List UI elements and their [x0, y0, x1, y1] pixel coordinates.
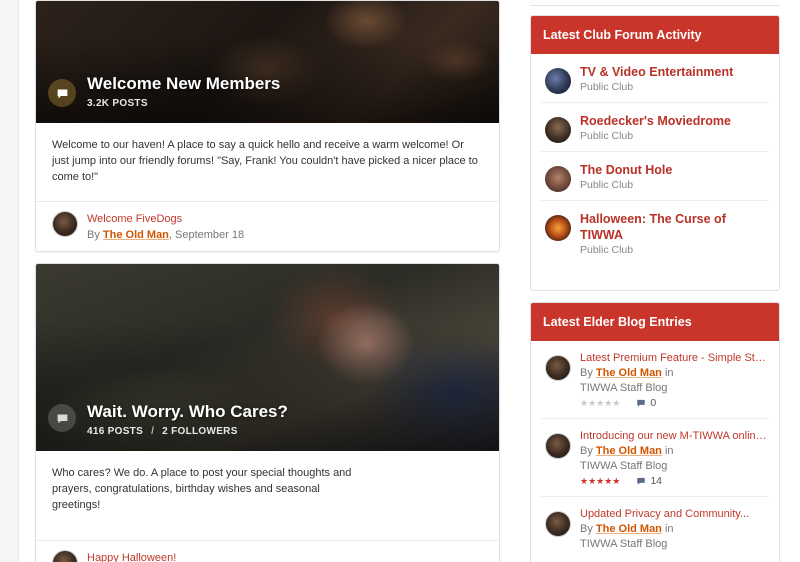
blog-entry-link[interactable]: Introducing our new M-TIWWA online... — [580, 429, 770, 444]
hero-shade — [36, 264, 499, 451]
blog-entries-widget: Latest Elder Blog Entries Latest Premium… — [530, 302, 780, 562]
author-link[interactable]: The Old Man — [596, 523, 662, 535]
blog-name-link[interactable]: TIWWA Staff Blog — [580, 537, 765, 552]
list-item[interactable]: Latest Premium Feature - Simple Stoc... … — [541, 341, 770, 419]
star-rating-icon: ★★★★★ — [580, 476, 621, 486]
forum-description: Who cares? We do. A place to post your s… — [52, 467, 352, 511]
forum-card-wait-worry[interactable]: Wait. Worry. Who Cares? 416 POSTS / 2 FOLL… — [35, 263, 500, 562]
club-type: Public Club — [580, 244, 634, 256]
forum-title[interactable]: Welcome New Members — [87, 74, 280, 94]
widget-title: Latest Club Forum Activity — [531, 16, 779, 54]
comments-count[interactable]: 0 — [636, 396, 656, 410]
forum-last-post: Welcome FiveDogs By The Old Man, Septemb… — [36, 201, 499, 243]
blog-entry-meta: By The Old Man in — [580, 523, 674, 535]
forum-card-welcome[interactable]: Welcome New Members 3.2K POSTS Welcome t… — [35, 0, 500, 252]
club-type: Public Club — [580, 179, 634, 191]
stats-separator: / — [151, 426, 155, 437]
halloween-avatar[interactable] — [545, 215, 571, 241]
club-list: TV & Video Entertainment Public Club Roe… — [531, 54, 779, 265]
forum-stats: 3.2K POSTS — [87, 98, 148, 109]
forum-last-post: Happy Halloween! — [36, 540, 499, 562]
forum-posts-count: 3.2K POSTS — [87, 98, 148, 109]
forum-chat-icon — [48, 404, 76, 432]
list-item[interactable]: The Donut Hole Public Club — [541, 152, 769, 201]
blog-name-link[interactable]: TIWWA Staff Blog — [580, 381, 770, 396]
forum-hero-image[interactable]: Wait. Worry. Who Cares? 416 POSTS / 2 FOLL… — [36, 264, 499, 451]
avatar[interactable] — [545, 511, 571, 537]
list-item[interactable]: TV & Video Entertainment Public Club — [541, 54, 769, 103]
club-name-link[interactable]: The Donut Hole — [580, 162, 672, 178]
comment-icon — [637, 477, 646, 485]
last-post-link[interactable]: Welcome FiveDogs — [87, 211, 244, 227]
blog-list: Latest Premium Feature - Simple Stoc... … — [531, 341, 779, 562]
forum-followers-count: 2 FOLLOWERS — [162, 426, 238, 437]
forum-title[interactable]: Wait. Worry. Who Cares? — [87, 402, 288, 422]
previous-widget-edge — [530, 0, 780, 6]
avatar[interactable] — [545, 433, 571, 459]
forum-description: Welcome to our haven! A place to say a q… — [52, 139, 478, 183]
club-type: Public Club — [580, 130, 634, 142]
blog-entry-link[interactable]: Updated Privacy and Community... — [580, 507, 765, 522]
list-item[interactable]: Halloween: The Curse of TIWWA Public Clu… — [541, 201, 769, 265]
club-activity-widget: Latest Club Forum Activity TV & Video En… — [530, 15, 780, 291]
widget-title: Latest Elder Blog Entries — [531, 303, 779, 341]
last-post-meta: By The Old Man, September 18 — [87, 229, 245, 241]
comments-count[interactable]: 14 — [636, 474, 662, 488]
blog-name-link[interactable]: TIWWA Staff Blog — [580, 459, 770, 474]
star-rating-icon: ★★★★★ — [580, 398, 621, 408]
club-type: Public Club — [580, 81, 634, 93]
author-link[interactable]: The Old Man — [596, 367, 662, 379]
author-link[interactable]: The Old Man — [596, 445, 662, 457]
avatar[interactable] — [52, 211, 78, 237]
club-name-link[interactable]: Halloween: The Curse of TIWWA — [580, 211, 750, 243]
forum-hero-image[interactable]: Welcome New Members 3.2K POSTS — [36, 1, 499, 123]
list-item[interactable]: Introducing our new M-TIWWA online... By… — [541, 419, 770, 497]
list-item[interactable]: Updated Privacy and Community... By The … — [541, 497, 769, 562]
last-post-link[interactable]: Happy Halloween! — [87, 550, 176, 562]
comment-icon — [637, 399, 646, 407]
forum-stats: 416 POSTS / 2 FOLLOWERS — [87, 426, 238, 437]
avatar[interactable] — [545, 355, 571, 381]
blog-rating-row: ★★★★★ 0 — [580, 396, 770, 410]
forum-chat-icon — [48, 79, 76, 107]
donut-hole-avatar[interactable] — [545, 166, 571, 192]
avatar[interactable] — [52, 550, 78, 562]
blog-rating-row: ★★★★★ 14 — [580, 474, 770, 488]
author-link[interactable]: The Old Man — [103, 229, 169, 241]
tv-club-avatar[interactable] — [545, 68, 571, 94]
forum-posts-count: 416 POSTS — [87, 426, 144, 437]
list-item[interactable]: Roedecker's Moviedrome Public Club — [541, 103, 769, 152]
roedecker-avatar[interactable] — [545, 117, 571, 143]
blog-entry-meta: By The Old Man in — [580, 367, 674, 379]
club-name-link[interactable]: Roedecker's Moviedrome — [580, 113, 731, 129]
club-name-link[interactable]: TV & Video Entertainment — [580, 64, 733, 80]
blog-entry-link[interactable]: Latest Premium Feature - Simple Stoc... — [580, 351, 770, 366]
post-date: , September 18 — [168, 229, 245, 241]
blog-entry-meta: By The Old Man in — [580, 445, 674, 457]
